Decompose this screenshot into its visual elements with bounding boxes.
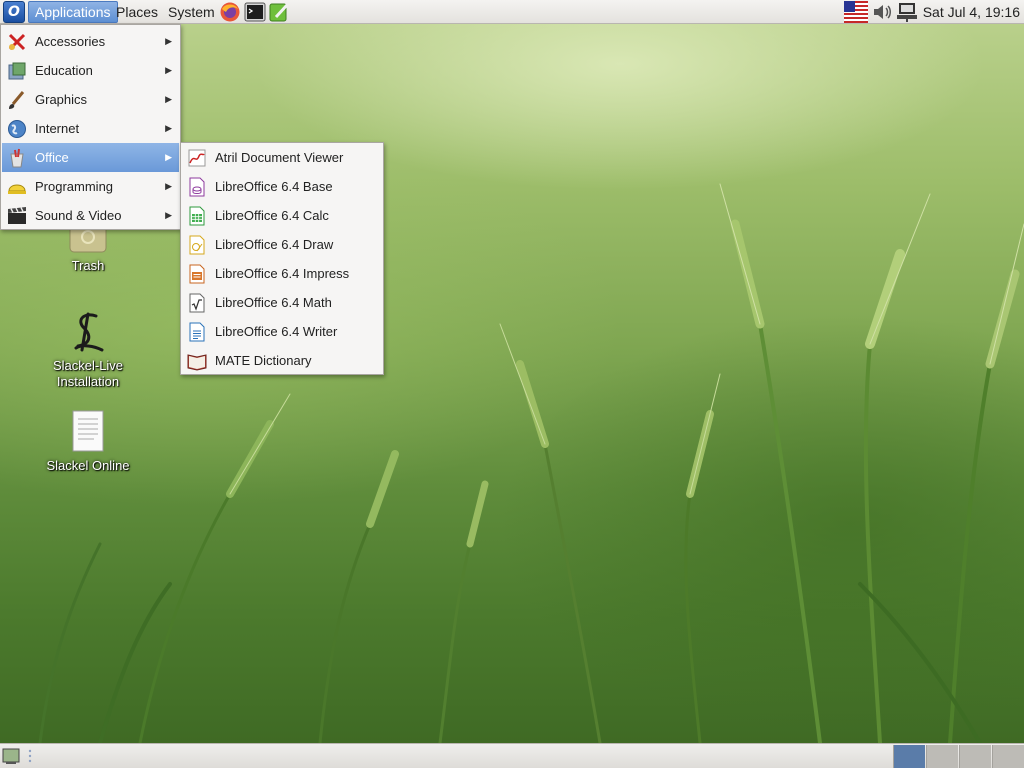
- show-desktop-icon[interactable]: [2, 747, 20, 765]
- menu-item-sound-video[interactable]: Sound & Video ▶: [2, 201, 179, 230]
- submenu-arrow-icon: ▶: [165, 210, 172, 220]
- menu-item-accessories[interactable]: Accessories ▶: [2, 27, 179, 56]
- workspace-3[interactable]: [959, 745, 991, 768]
- libreoffice-impress-icon: [189, 264, 205, 284]
- slackel-live-label-line2: Installation: [56, 374, 120, 389]
- menu-item-label: Accessories: [35, 34, 106, 49]
- menu-item-libreoffice-base[interactable]: LibreOffice 6.4 Base: [182, 172, 382, 201]
- bottom-panel: [0, 743, 1024, 768]
- slackel-live-installation-icon[interactable]: Slackel-Live Installation: [38, 310, 138, 390]
- menu-item-label: MATE Dictionary: [215, 353, 312, 368]
- office-icon: [10, 148, 24, 168]
- menu-item-libreoffice-math[interactable]: LibreOffice 6.4 Math: [182, 288, 382, 317]
- distro-logo-icon[interactable]: O: [3, 1, 25, 23]
- menu-item-label: LibreOffice 6.4 Base: [215, 179, 333, 194]
- sound-video-icon: [8, 207, 26, 224]
- office-submenu: Atril Document Viewer LibreOffice 6.4 Ba…: [180, 142, 384, 375]
- menu-item-education[interactable]: Education ▶: [2, 56, 179, 85]
- slackel-online-icon[interactable]: Slackel Online: [38, 410, 138, 474]
- submenu-arrow-icon: ▶: [165, 123, 172, 133]
- internet-icon: [8, 120, 26, 138]
- menu-item-label: Internet: [35, 121, 80, 136]
- applications-menu: Accessories ▶ Education ▶ Graphics ▶ Int…: [0, 24, 181, 230]
- slackel-live-label-line1: Slackel-Live: [52, 358, 124, 373]
- menu-item-label: LibreOffice 6.4 Math: [215, 295, 332, 310]
- menu-item-programming[interactable]: Programming ▶: [2, 172, 179, 201]
- libreoffice-calc-icon: [189, 206, 205, 226]
- menu-item-label: Sound & Video: [35, 208, 122, 223]
- menu-item-libreoffice-writer[interactable]: LibreOffice 6.4 Writer: [182, 317, 382, 346]
- submenu-arrow-icon: ▶: [165, 65, 172, 75]
- submenu-arrow-icon: ▶: [165, 181, 172, 191]
- top-panel: O Applications Places System Sat Jul 4, …: [0, 0, 1024, 24]
- volume-icon[interactable]: [870, 1, 894, 23]
- menu-item-internet[interactable]: Internet ▶: [2, 114, 179, 143]
- places-menu-button[interactable]: Places: [110, 2, 164, 22]
- libreoffice-math-icon: [189, 293, 205, 313]
- menu-item-label: Education: [35, 63, 93, 78]
- graphics-icon: [9, 91, 25, 109]
- menu-item-mate-dictionary[interactable]: MATE Dictionary: [182, 346, 382, 375]
- applications-menu-button[interactable]: Applications: [28, 1, 118, 23]
- menu-item-label: Office: [35, 150, 69, 165]
- menu-item-libreoffice-impress[interactable]: LibreOffice 6.4 Impress: [182, 259, 382, 288]
- programming-icon: [8, 184, 26, 194]
- libreoffice-writer-icon: [189, 322, 205, 342]
- submenu-arrow-icon: ▶: [165, 36, 172, 46]
- menu-item-libreoffice-calc[interactable]: LibreOffice 6.4 Calc: [182, 201, 382, 230]
- firefox-icon[interactable]: [219, 1, 241, 23]
- clock[interactable]: Sat Jul 4, 19:16: [923, 2, 1020, 22]
- system-menu-button[interactable]: System: [162, 2, 221, 22]
- workspace-1[interactable]: [893, 745, 925, 768]
- slackel-logo-icon: [74, 312, 104, 352]
- menu-item-libreoffice-draw[interactable]: LibreOffice 6.4 Draw: [182, 230, 382, 259]
- submenu-arrow-icon: ▶: [165, 94, 172, 104]
- menu-item-label: LibreOffice 6.4 Calc: [215, 208, 329, 223]
- education-icon: [8, 62, 26, 80]
- menu-item-atril-document-viewer[interactable]: Atril Document Viewer: [182, 143, 382, 172]
- menu-item-label: Programming: [35, 179, 114, 194]
- menu-item-label: LibreOffice 6.4 Writer: [215, 324, 338, 339]
- menu-item-graphics[interactable]: Graphics ▶: [2, 85, 179, 114]
- libreoffice-draw-icon: [189, 235, 205, 255]
- slackel-online-label: Slackel Online: [46, 458, 130, 473]
- us-flag-icon[interactable]: [844, 1, 868, 23]
- submenu-arrow-icon: ▶: [165, 152, 172, 162]
- workspace-2[interactable]: [926, 745, 958, 768]
- menu-item-office[interactable]: Office ▶: [2, 143, 179, 172]
- document-viewer-icon: [188, 149, 206, 167]
- trash-label: Trash: [71, 258, 105, 273]
- accessories-icon: [8, 33, 26, 51]
- document-icon: [72, 410, 104, 452]
- text-editor-icon[interactable]: [268, 1, 290, 23]
- panel-handle-icon[interactable]: [27, 749, 33, 763]
- menu-item-label: LibreOffice 6.4 Draw: [215, 237, 334, 252]
- menu-item-label: Atril Document Viewer: [215, 150, 344, 165]
- workspace-4[interactable]: [992, 745, 1024, 768]
- network-icon[interactable]: [895, 1, 919, 23]
- dictionary-icon: [187, 354, 207, 371]
- menu-item-label: LibreOffice 6.4 Impress: [215, 266, 350, 281]
- libreoffice-base-icon: [189, 177, 205, 197]
- menu-item-label: Graphics: [35, 92, 88, 107]
- terminal-icon[interactable]: [244, 1, 266, 23]
